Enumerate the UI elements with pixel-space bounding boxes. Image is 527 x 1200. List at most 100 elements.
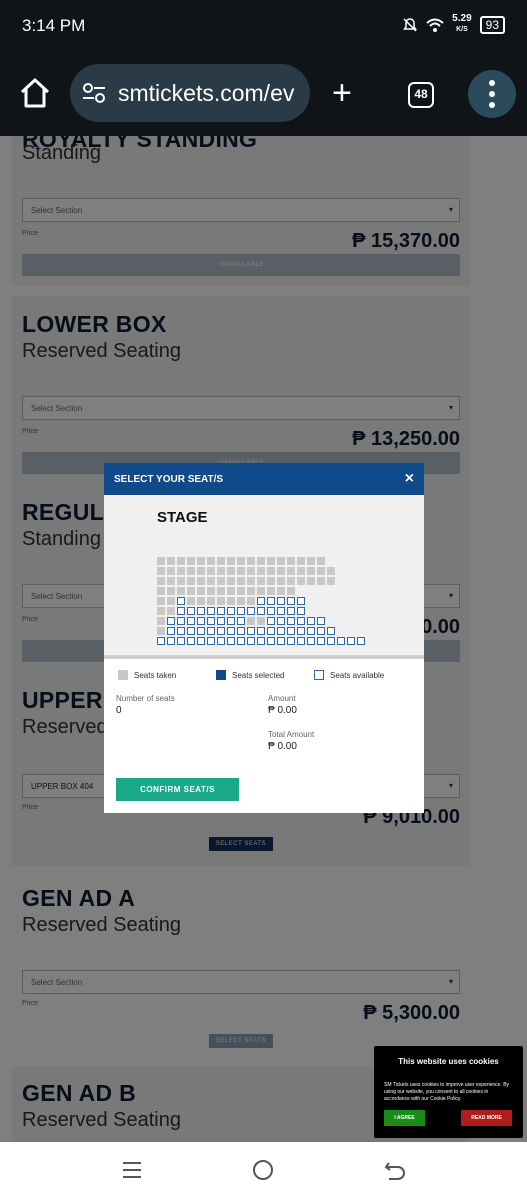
plus-icon[interactable]: + (332, 76, 352, 110)
seat-taken (157, 557, 165, 565)
seat-taken (177, 587, 185, 595)
seat-available[interactable] (217, 607, 225, 615)
seat-available[interactable] (277, 607, 285, 615)
seat-available[interactable] (217, 637, 225, 645)
seat-available[interactable] (207, 617, 215, 625)
seat-available[interactable] (187, 627, 195, 635)
seat-available[interactable] (277, 627, 285, 635)
home-icon[interactable] (18, 76, 52, 110)
seat-available[interactable] (247, 637, 255, 645)
seat-available[interactable] (237, 607, 245, 615)
seat-available[interactable] (167, 617, 175, 625)
seat-available[interactable] (317, 617, 325, 625)
seat-available[interactable] (347, 637, 355, 645)
address-bar[interactable]: smtickets.com/ev (70, 64, 310, 122)
seat-available[interactable] (307, 627, 315, 635)
seat-available[interactable] (257, 607, 265, 615)
seat-available[interactable] (297, 627, 305, 635)
seat-available[interactable] (287, 617, 295, 625)
confirm-seats-button[interactable]: CONFIRM SEAT/S (116, 778, 239, 801)
seat-available[interactable] (217, 627, 225, 635)
modal-header: SELECT YOUR SEAT/S × (104, 463, 424, 495)
seat-available[interactable] (277, 617, 285, 625)
seat-available[interactable] (317, 627, 325, 635)
seat-available[interactable] (327, 637, 335, 645)
seat-available[interactable] (257, 637, 265, 645)
seat-available[interactable] (217, 617, 225, 625)
seat-taken (187, 587, 195, 595)
seat-available[interactable] (227, 617, 235, 625)
seat-available[interactable] (187, 617, 195, 625)
seat-available[interactable] (227, 607, 235, 615)
seat-available[interactable] (277, 637, 285, 645)
seat-available[interactable] (247, 607, 255, 615)
seat-available[interactable] (227, 627, 235, 635)
seat-available[interactable] (357, 637, 365, 645)
seat-available[interactable] (187, 607, 195, 615)
taken-swatch (118, 670, 128, 680)
seat-available[interactable] (267, 597, 275, 605)
seat-available[interactable] (167, 637, 175, 645)
seat-available[interactable] (297, 597, 305, 605)
seat-available[interactable] (177, 617, 185, 625)
seat-available[interactable] (237, 617, 245, 625)
seat-taken (247, 617, 255, 625)
seat-available[interactable] (287, 627, 295, 635)
seat-available[interactable] (167, 627, 175, 635)
seat-available[interactable] (257, 597, 265, 605)
seat-available[interactable] (267, 617, 275, 625)
seat-taken (187, 577, 195, 585)
seat-available[interactable] (197, 617, 205, 625)
seat-available[interactable] (197, 607, 205, 615)
seat-available[interactable] (207, 607, 215, 615)
seat-taken (227, 597, 235, 605)
close-icon[interactable]: × (405, 470, 414, 488)
seat-available[interactable] (297, 637, 305, 645)
seat-available[interactable] (267, 627, 275, 635)
seat-available[interactable] (207, 637, 215, 645)
back-icon[interactable] (384, 1158, 406, 1182)
seat-available[interactable] (287, 637, 295, 645)
seat-available[interactable] (267, 637, 275, 645)
seat-taken (197, 577, 205, 585)
more-vert-icon[interactable] (468, 70, 516, 118)
seat-available[interactable] (317, 637, 325, 645)
seat-available[interactable] (177, 597, 185, 605)
tabs-icon[interactable]: 48 (408, 82, 434, 108)
recents-icon[interactable] (122, 1158, 142, 1182)
seat-taken (247, 597, 255, 605)
seat-available[interactable] (277, 597, 285, 605)
tune-icon[interactable] (82, 82, 106, 104)
seat-available[interactable] (177, 637, 185, 645)
home-circle-icon[interactable] (252, 1158, 274, 1182)
seat-available[interactable] (187, 637, 195, 645)
seat-available[interactable] (267, 607, 275, 615)
seat-taken (267, 577, 275, 585)
seat-available[interactable] (207, 627, 215, 635)
seat-available[interactable] (337, 637, 345, 645)
seat-available[interactable] (237, 637, 245, 645)
seat-available[interactable] (247, 627, 255, 635)
seat-available[interactable] (297, 607, 305, 615)
seat-available[interactable] (307, 617, 315, 625)
agree-button[interactable]: I AGREE (384, 1110, 425, 1126)
seat-available[interactable] (257, 627, 265, 635)
seat-available[interactable] (227, 637, 235, 645)
seat-available[interactable] (297, 617, 305, 625)
read-more-button[interactable]: READ MORE (461, 1110, 512, 1126)
network-speed: 5.29 K/S (452, 14, 471, 35)
seat-available[interactable] (197, 627, 205, 635)
status-bar: 3:14 PM 5.29 K/S 93 (0, 0, 527, 52)
seat-available[interactable] (307, 637, 315, 645)
seat-available[interactable] (287, 607, 295, 615)
seat-available[interactable] (287, 597, 295, 605)
seat-available[interactable] (327, 627, 335, 635)
seat-available[interactable] (197, 637, 205, 645)
seat-taken (267, 557, 275, 565)
seat-available[interactable] (237, 627, 245, 635)
seat-taken (257, 557, 265, 565)
legend-label: Seats available (330, 670, 385, 680)
seat-available[interactable] (177, 607, 185, 615)
seat-available[interactable] (177, 627, 185, 635)
seat-available[interactable] (157, 637, 165, 645)
